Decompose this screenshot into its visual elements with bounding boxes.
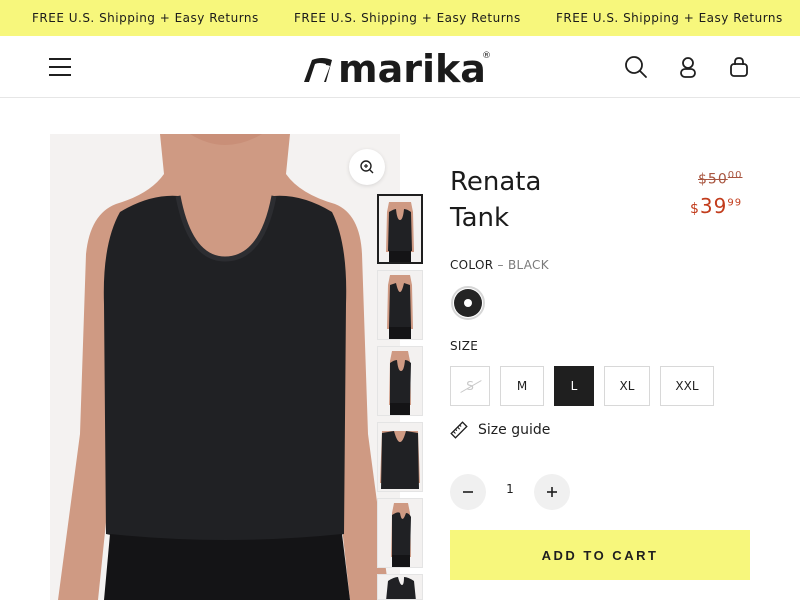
sale-price: $3999 bbox=[690, 194, 742, 218]
quantity-value[interactable]: 1 bbox=[490, 482, 530, 496]
size-guide-label: Size guide bbox=[478, 422, 551, 438]
ruler-icon bbox=[450, 421, 468, 439]
product-thumbnail[interactable] bbox=[377, 574, 423, 600]
logo-wordmark: marika bbox=[338, 47, 486, 90]
size-option-label: M bbox=[516, 379, 528, 393]
product-thumbnail[interactable] bbox=[377, 194, 423, 264]
size-label: SIZE bbox=[450, 339, 479, 353]
color-swatch-black[interactable] bbox=[451, 286, 485, 320]
size-option-xl[interactable]: XL bbox=[604, 366, 650, 406]
size-option-xxl[interactable]: XXL bbox=[660, 366, 714, 406]
price-whole: 39 bbox=[699, 194, 728, 218]
price-currency: $ bbox=[698, 171, 708, 188]
svg-text:®: ® bbox=[482, 51, 491, 61]
product-main-image[interactable] bbox=[50, 134, 400, 600]
cart-icon[interactable] bbox=[726, 54, 752, 80]
size-option-label: XXL bbox=[675, 379, 699, 393]
quantity-decrease-button[interactable] bbox=[450, 474, 486, 510]
size-option-label: L bbox=[570, 379, 578, 393]
compare-at-price: $5000 bbox=[698, 170, 742, 188]
size-option-m[interactable]: M bbox=[500, 366, 544, 406]
price-cents: 99 bbox=[727, 197, 743, 209]
announcement-message: FREE U.S. Shipping + Easy Returns bbox=[294, 11, 521, 25]
plus-icon bbox=[547, 487, 557, 497]
product-title: Renata Tank bbox=[450, 167, 542, 233]
color-separator: – bbox=[497, 258, 504, 272]
selected-dot-icon bbox=[464, 299, 472, 307]
add-to-cart-button[interactable]: ADD TO CART bbox=[450, 530, 750, 580]
color-selected-value: BLACK bbox=[507, 258, 549, 272]
product-thumbnail[interactable] bbox=[377, 270, 423, 340]
size-option-label: XL bbox=[619, 379, 635, 393]
announcement-message: FREE U.S. Shipping + Easy Returns bbox=[32, 11, 259, 25]
size-guide-link[interactable]: Size guide bbox=[450, 419, 550, 441]
product-thumbnail[interactable] bbox=[377, 422, 423, 492]
announcement-message: FREE U.S. Shipping + Easy Returns bbox=[556, 11, 783, 25]
color-label-text: COLOR bbox=[450, 258, 494, 272]
account-icon[interactable] bbox=[675, 54, 701, 80]
price-cents: 00 bbox=[727, 170, 743, 181]
zoom-in-icon[interactable] bbox=[349, 149, 385, 185]
price-whole: 50 bbox=[707, 171, 728, 188]
minus-icon bbox=[463, 491, 473, 493]
price-currency: $ bbox=[690, 201, 700, 217]
color-label: COLOR – BLACK bbox=[450, 258, 549, 272]
product-thumbnail[interactable] bbox=[377, 498, 423, 568]
announcement-bar: FREE U.S. Shipping + Easy Returns FREE U… bbox=[0, 0, 800, 36]
quantity-increase-button[interactable] bbox=[534, 474, 570, 510]
size-option-s[interactable]: S bbox=[450, 366, 490, 406]
menu-icon[interactable] bbox=[49, 57, 73, 77]
brand-logo[interactable]: marika ® bbox=[302, 46, 494, 91]
size-option-l[interactable]: L bbox=[554, 366, 594, 406]
product-thumbnail[interactable] bbox=[377, 346, 423, 416]
search-icon[interactable] bbox=[623, 54, 649, 80]
site-header: marika ® bbox=[0, 36, 800, 98]
